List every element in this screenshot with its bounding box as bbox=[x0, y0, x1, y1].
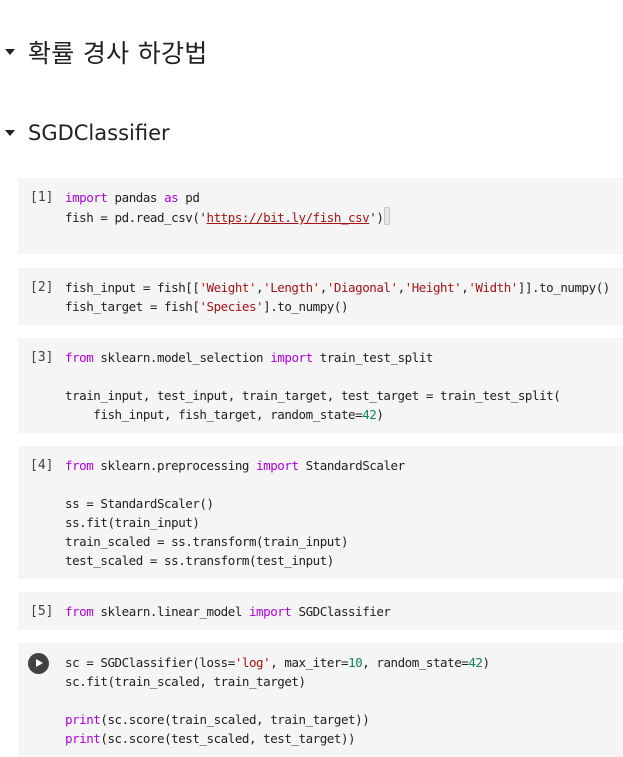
collapse-caret-icon[interactable] bbox=[5, 130, 15, 136]
code-editor[interactable]: fish_input = fish[['Weight','Length','Di… bbox=[65, 278, 610, 316]
code-line: from sklearn.linear_model import SGDClas… bbox=[65, 604, 391, 619]
code-cell-2[interactable]: [2] fish_input = fish[['Weight','Length'… bbox=[18, 268, 623, 325]
code-editor[interactable]: from sklearn.preprocessing import Standa… bbox=[65, 456, 405, 570]
code-line: import pandas as pd bbox=[65, 190, 200, 205]
code-line: test_scaled = ss.transform(test_input) bbox=[65, 553, 334, 568]
text-cursor bbox=[384, 207, 391, 225]
code-line: fish_target = fish['Species'].to_numpy() bbox=[65, 299, 349, 314]
execution-count: [3] bbox=[30, 350, 54, 365]
code-cell-4[interactable]: [4] from sklearn.preprocessing import St… bbox=[18, 446, 623, 579]
subsection-heading-sgdclassifier: SGDClassifier bbox=[0, 118, 170, 148]
url-link[interactable]: https://bit.ly/fish_csv bbox=[207, 210, 370, 225]
code-line: train_scaled = ss.transform(train_input) bbox=[65, 534, 349, 549]
run-cell-button[interactable] bbox=[28, 653, 49, 674]
code-line: sc.fit(train_scaled, train_target) bbox=[65, 674, 306, 689]
code-line: fish_input, fish_target, random_state=42… bbox=[65, 407, 384, 422]
code-cell-3[interactable]: [3] from sklearn.model_selection import … bbox=[18, 338, 623, 433]
code-editor[interactable]: from sklearn.linear_model import SGDClas… bbox=[65, 602, 391, 621]
code-cell-5[interactable]: [5] from sklearn.linear_model import SGD… bbox=[18, 592, 623, 630]
code-line: fish = pd.read_csv('https://bit.ly/fish_… bbox=[65, 207, 391, 226]
code-editor[interactable]: sc = SGDClassifier(loss='log', max_iter=… bbox=[65, 653, 490, 748]
subsection-title: SGDClassifier bbox=[28, 121, 170, 145]
execution-count: [2] bbox=[30, 280, 54, 295]
section-title: 확률 경사 하강법 bbox=[28, 39, 208, 68]
code-editor[interactable]: import pandas as pd fish = pd.read_csv('h… bbox=[65, 188, 391, 226]
execution-count: [4] bbox=[30, 458, 54, 473]
code-line: ss = StandardScaler() bbox=[65, 496, 214, 511]
code-line: print(sc.score(train_scaled, train_targe… bbox=[65, 712, 370, 727]
code-line: ss.fit(train_input) bbox=[65, 515, 200, 530]
code-line: train_input, test_input, train_target, t… bbox=[65, 388, 561, 403]
code-line: print(sc.score(test_scaled, test_target)… bbox=[65, 731, 356, 746]
code-editor[interactable]: from sklearn.model_selection import trai… bbox=[65, 348, 561, 424]
execution-count: [1] bbox=[30, 190, 54, 205]
code-line: from sklearn.model_selection import trai… bbox=[65, 350, 433, 365]
code-line: fish_input = fish[['Weight','Length','Di… bbox=[65, 280, 610, 295]
execution-count: [5] bbox=[30, 604, 54, 619]
section-heading-sgd: 확률 경사 하강법 bbox=[0, 34, 208, 70]
code-line: from sklearn.preprocessing import Standa… bbox=[65, 458, 405, 473]
code-cell-1[interactable]: [1] import pandas as pd fish = pd.read_cs… bbox=[18, 178, 623, 254]
code-line: sc = SGDClassifier(loss='log', max_iter=… bbox=[65, 655, 490, 670]
collapse-caret-icon[interactable] bbox=[5, 49, 15, 55]
code-cell-6[interactable]: sc = SGDClassifier(loss='log', max_iter=… bbox=[18, 643, 623, 757]
